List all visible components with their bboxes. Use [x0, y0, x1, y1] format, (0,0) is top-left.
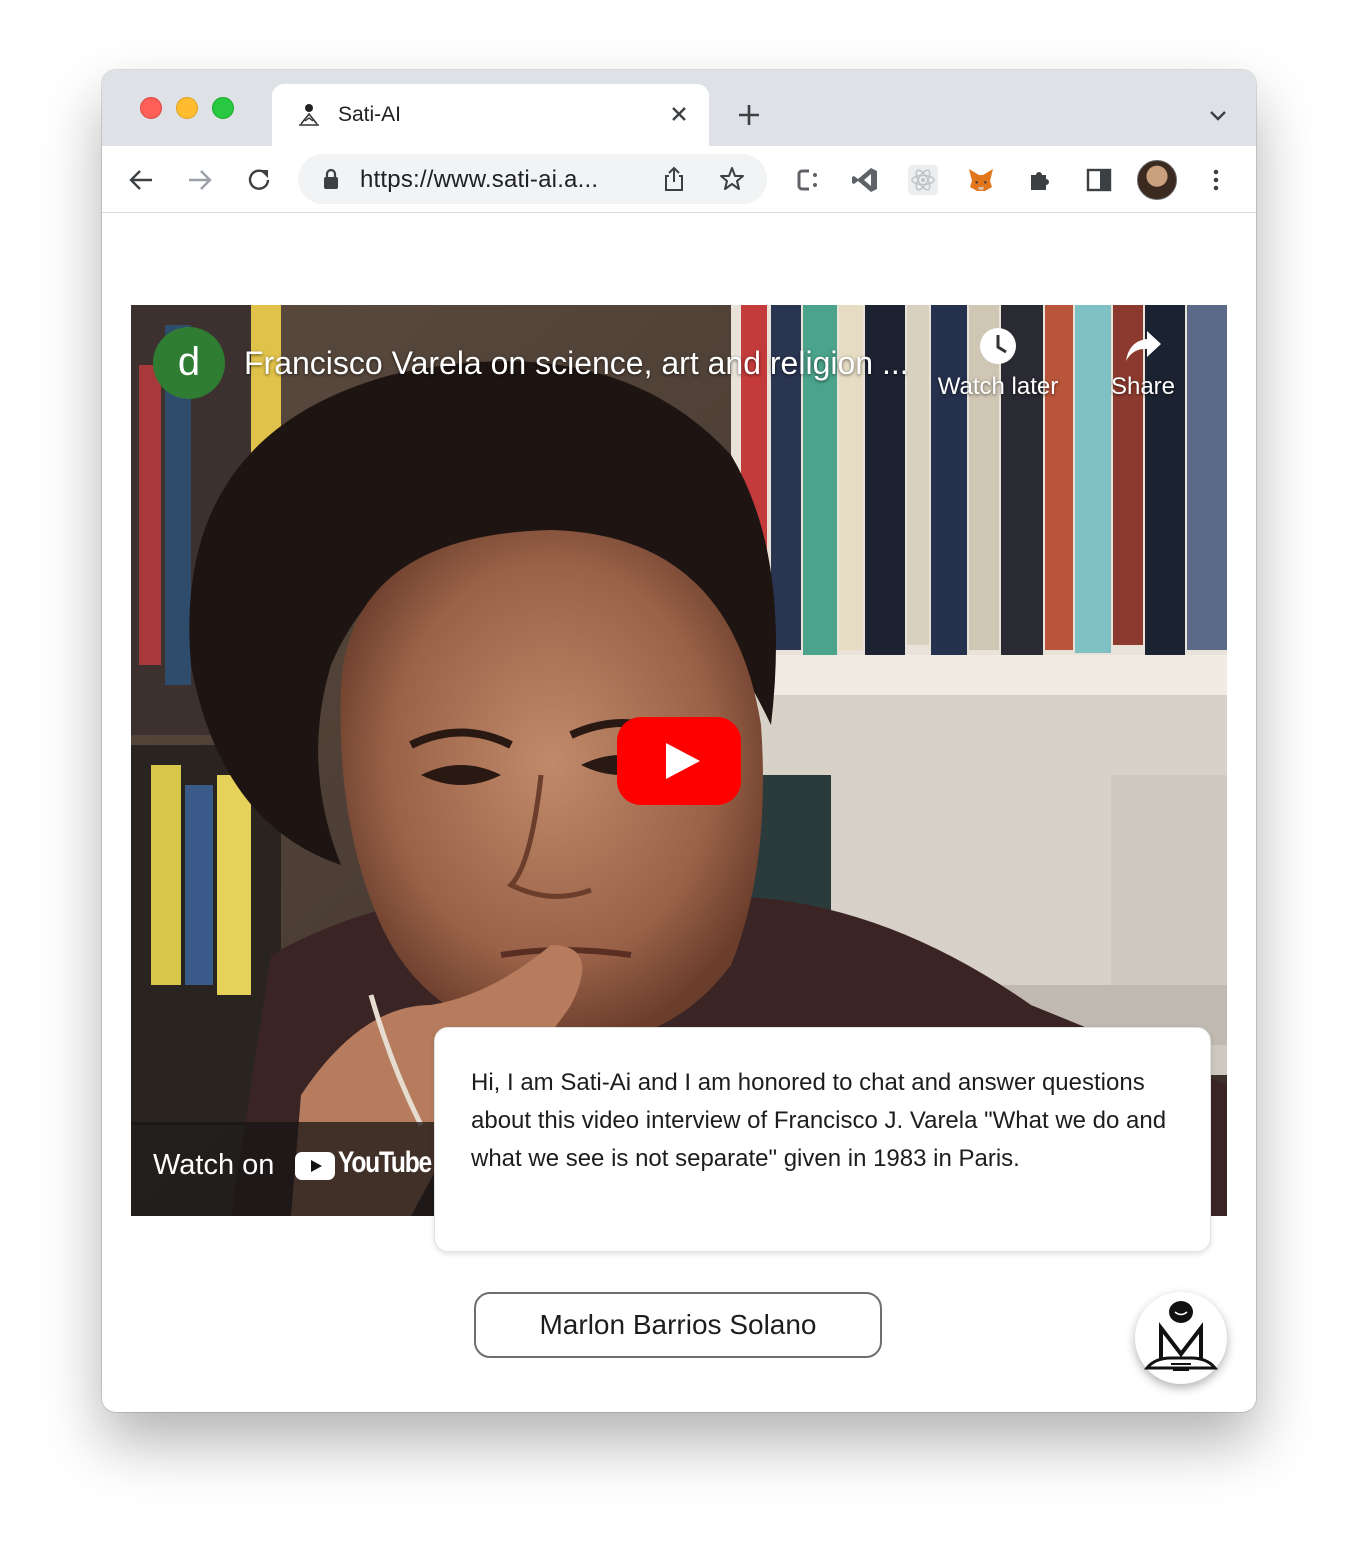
profile-avatar[interactable]: [1137, 160, 1177, 200]
share-icon[interactable]: [660, 165, 688, 193]
tab-strip: Sati-AI: [102, 70, 1256, 146]
page-content: d Francisco Varela on science, art and r…: [102, 213, 1256, 1412]
watch-later-label: Watch later: [937, 373, 1059, 400]
maximize-window-button[interactable]: [212, 97, 234, 119]
video-title[interactable]: Francisco Varela on science, art and rel…: [244, 345, 909, 382]
lock-icon: [324, 168, 338, 189]
youtube-wordmark: YouTube: [338, 1146, 432, 1179]
forward-icon[interactable]: [185, 165, 215, 195]
user-name-button[interactable]: Marlon Barrios Solano: [474, 1292, 882, 1358]
play-button-icon[interactable]: [617, 717, 741, 805]
metamask-fox-icon[interactable]: [966, 165, 996, 195]
tab-title: Sati-AI: [338, 103, 402, 126]
meditator-logo-icon: [1143, 1301, 1219, 1371]
share-label: Share: [1110, 373, 1176, 400]
clock-icon: [980, 328, 1016, 364]
share-video-button[interactable]: Share: [1106, 327, 1180, 401]
close-tab-icon[interactable]: [665, 100, 693, 128]
share-arrow-icon: [1126, 331, 1161, 361]
back-icon[interactable]: [126, 165, 156, 195]
puzzle-extensions-icon[interactable]: [1025, 165, 1055, 195]
chat-message-text: Hi, I am Sati-Ai and I am honored to cha…: [471, 1069, 1167, 1172]
sati-ai-avatar[interactable]: [1135, 1292, 1227, 1384]
watch-later-button[interactable]: Watch later: [931, 327, 1065, 401]
address-bar[interactable]: https://www.sati-ai.a...: [298, 154, 767, 204]
browser-window: Sati-AI https://www.sati-ai.a... d Franc…: [102, 70, 1256, 1412]
star-icon[interactable]: [718, 165, 746, 193]
close-window-button[interactable]: [140, 97, 162, 119]
channel-avatar[interactable]: d: [153, 327, 225, 399]
watch-on-label: Watch on: [153, 1149, 275, 1181]
watch-on-youtube-button[interactable]: Watch on YouTube: [131, 1122, 441, 1216]
new-tab-icon[interactable]: [734, 100, 764, 130]
side-panel-icon[interactable]: [1084, 165, 1114, 195]
extension-c-icon[interactable]: [792, 165, 822, 195]
chevron-down-icon[interactable]: [1206, 104, 1230, 128]
youtube-logo-icon: [295, 1152, 335, 1180]
react-devtools-icon[interactable]: [908, 165, 938, 195]
browser-toolbar: https://www.sati-ai.a...: [102, 146, 1256, 213]
tab-sati-ai[interactable]: Sati-AI: [272, 84, 709, 146]
meditator-icon: [299, 104, 319, 126]
vscode-icon[interactable]: [850, 165, 880, 195]
kebab-menu-icon[interactable]: [1201, 165, 1231, 195]
reload-icon[interactable]: [244, 165, 274, 195]
chat-message-card: Hi, I am Sati-Ai and I am honored to cha…: [434, 1027, 1211, 1252]
url-text: https://www.sati-ai.a...: [360, 166, 599, 193]
minimize-window-button[interactable]: [176, 97, 198, 119]
